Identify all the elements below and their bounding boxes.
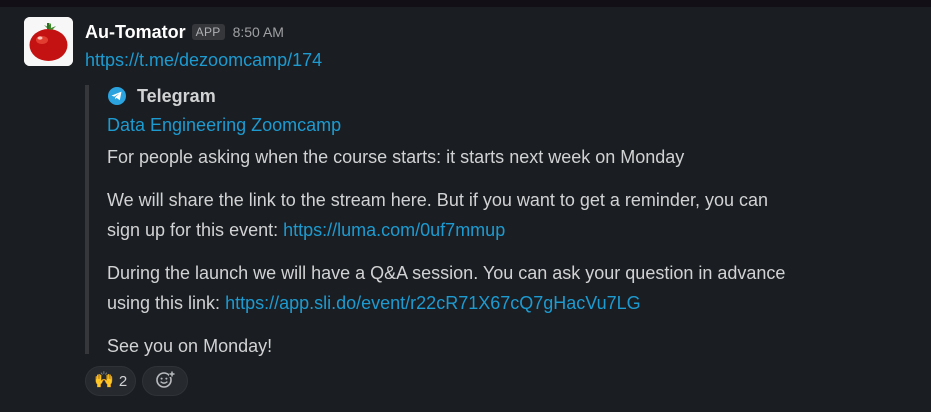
add-emoji-icon <box>155 369 176 394</box>
paragraph-text: See you on Monday! <box>107 336 273 356</box>
tomato-icon <box>24 17 73 66</box>
reaction-count: 2 <box>118 372 128 390</box>
paragraph-text: We will share the link to the stream her… <box>107 190 768 210</box>
unfurl-title-link[interactable]: Data Engineering Zoomcamp <box>107 113 341 137</box>
service-name: Telegram <box>137 85 216 106</box>
paragraph-text: sign up for this event: <box>107 220 284 240</box>
paragraph-text: During the launch we will have a Q&A ses… <box>107 263 786 283</box>
app-badge: APP <box>191 24 225 40</box>
reactions-bar: 🙌 2 <box>85 366 189 396</box>
tomato-avatar[interactable] <box>24 17 73 66</box>
message-link[interactable]: https://t.me/dezoomcamp/174 <box>85 48 322 72</box>
reaction-raised-hands[interactable]: 🙌 2 <box>85 366 137 396</box>
telegram-icon <box>107 86 127 106</box>
sender-name[interactable]: Au-Tomator <box>85 22 186 43</box>
paragraph-text: using this link: <box>107 293 226 313</box>
link-unfurl: Telegram Data Engineering Zoomcamp For p… <box>85 85 889 356</box>
message: Au-Tomator APP 8:50 AM https://t.me/dezo… <box>0 7 931 412</box>
unfurl-paragraph: See you on Monday! <box>107 331 272 361</box>
unfurl-paragraph: During the launch we will have a Q&A ses… <box>107 258 785 318</box>
top-bar <box>0 0 931 7</box>
add-reaction-button[interactable] <box>142 366 189 396</box>
unfurl-paragraph: We will share the link to the stream her… <box>107 185 768 245</box>
event-link[interactable]: https://luma.com/0uf7mmup <box>283 220 505 240</box>
timestamp[interactable]: 8:50 AM <box>233 24 284 40</box>
unfurl-service: Telegram <box>107 85 216 107</box>
message-header: Au-Tomator APP 8:50 AM <box>85 20 284 44</box>
raised-hands-icon: 🙌 <box>94 372 114 389</box>
unfurl-paragraph: For people asking when the course starts… <box>107 142 684 172</box>
slido-link[interactable]: https://app.sli.do/event/r22cR71X67cQ7gH… <box>225 293 641 313</box>
paragraph-text: For people asking when the course starts… <box>107 147 685 167</box>
